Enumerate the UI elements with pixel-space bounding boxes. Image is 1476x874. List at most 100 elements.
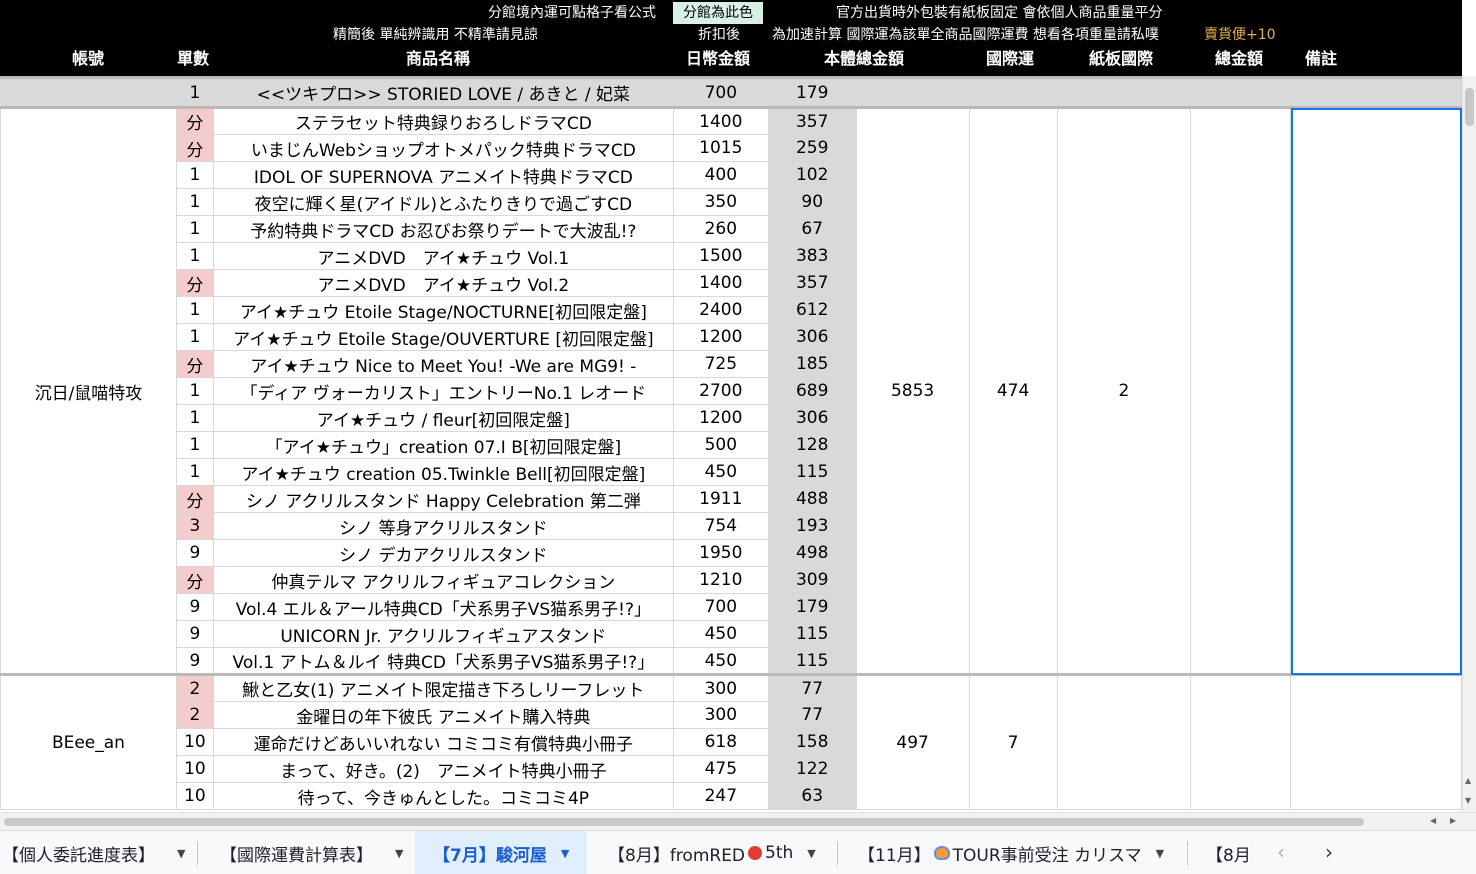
twd-cell[interactable]: 612 xyxy=(767,296,857,324)
item-name-cell[interactable]: アニメDVD アイ★チュウ Vol.1 xyxy=(212,242,674,270)
col-header-jpy[interactable]: 日幣金額 xyxy=(686,48,750,70)
qty-cell[interactable]: 10 xyxy=(175,728,214,756)
chevron-down-icon[interactable]: ▼ xyxy=(807,847,815,860)
qty-cell[interactable]: 1 xyxy=(175,404,214,432)
qty-cell[interactable]: 1 xyxy=(175,76,214,109)
item-name-cell[interactable]: 「ディア ヴォーカリスト」エントリーNo.1 レオード xyxy=(212,377,674,405)
twd-cell[interactable]: 488 xyxy=(767,485,857,513)
twd-cell[interactable]: 77 xyxy=(767,673,857,702)
qty-cell[interactable]: 分 xyxy=(175,106,214,135)
jpy-cell[interactable]: 500 xyxy=(672,431,769,459)
twd-cell[interactable]: 63 xyxy=(767,782,857,810)
twd-cell[interactable]: 77 xyxy=(767,701,857,729)
item-name-cell[interactable]: ステラセット特典録りおろしドラマCD xyxy=(212,106,674,135)
item-name-cell[interactable]: 予約特典ドラマCD お忍びお祭りデートで大波乱!? xyxy=(212,215,674,243)
col-header-qty[interactable]: 單數 xyxy=(177,48,209,70)
item-name-cell[interactable]: 夜空に輝く星(アイドル)とふたりきりで過ごすCD xyxy=(212,188,674,216)
subtotal-cell[interactable]: 5853 xyxy=(855,106,970,675)
jpy-cell[interactable]: 450 xyxy=(672,620,769,648)
qty-cell[interactable]: 1 xyxy=(175,242,214,270)
jpy-cell[interactable]: 1210 xyxy=(672,566,769,594)
tab-july-surugaya[interactable]: 【7月】駿河屋 ▼ xyxy=(415,831,587,874)
qty-cell[interactable]: 3 xyxy=(175,512,214,540)
qty-cell[interactable]: 分 xyxy=(175,350,214,378)
qty-cell[interactable]: 分 xyxy=(175,269,214,297)
item-name-cell[interactable]: いまじんWebショップオトメパック特典ドラマCD xyxy=(212,134,674,162)
jpy-cell[interactable]: 450 xyxy=(672,458,769,486)
item-name-cell[interactable]: アニメDVD アイ★チュウ Vol.2 xyxy=(212,269,674,297)
jpy-cell[interactable]: 1950 xyxy=(672,539,769,567)
col-header-item[interactable]: 商品名稱 xyxy=(406,48,470,70)
jpy-cell[interactable]: 300 xyxy=(672,673,769,702)
qty-cell[interactable]: 9 xyxy=(175,539,214,567)
qty-cell[interactable]: 10 xyxy=(175,755,214,783)
twd-cell[interactable]: 498 xyxy=(767,539,857,567)
vertical-scrollbar[interactable]: ▲ ▼ xyxy=(1462,76,1476,812)
item-name-cell[interactable]: アイ★チュウ Etoile Stage/OUVERTURE [初回限定盤] xyxy=(212,323,674,351)
twd-cell[interactable]: 115 xyxy=(767,620,857,648)
remark-cell[interactable] xyxy=(1290,106,1462,675)
horizontal-scrollbar[interactable]: ◀ ▶ xyxy=(0,812,1476,830)
twd-cell[interactable]: 306 xyxy=(767,323,857,351)
twd-cell[interactable]: 128 xyxy=(767,431,857,459)
twd-cell[interactable]: 193 xyxy=(767,512,857,540)
qty-cell[interactable]: 9 xyxy=(175,593,214,621)
tab-august-more[interactable]: 【8月】 xyxy=(1188,831,1252,874)
jpy-cell[interactable]: 450 xyxy=(672,647,769,675)
scroll-down-icon[interactable]: ▼ xyxy=(1465,796,1471,805)
item-name-cell[interactable]: アイ★チュウ Nice to Meet You! -We are MG9! - xyxy=(212,350,674,378)
jpy-cell[interactable]: 260 xyxy=(672,215,769,243)
twd-cell[interactable]: 309 xyxy=(767,566,857,594)
col-header-intl[interactable]: 國際運 xyxy=(986,48,1034,70)
qty-cell[interactable]: 1 xyxy=(175,188,214,216)
twd-cell[interactable]: 158 xyxy=(767,728,857,756)
qty-cell[interactable]: 1 xyxy=(175,161,214,189)
twd-cell[interactable]: 67 xyxy=(767,215,857,243)
item-name-cell[interactable]: 仲真テルマ アクリルフィギュアコレクション xyxy=(212,566,674,594)
subtotal-cell[interactable]: 497 xyxy=(855,673,970,810)
qty-cell[interactable]: 1 xyxy=(175,215,214,243)
item-name-cell[interactable]: シノ アクリルスタンド Happy Celebration 第二弾 xyxy=(212,485,674,513)
item-name-cell[interactable]: Vol.1 アトム＆ルイ 特典CD「犬系男子VS猫系男子!?」 xyxy=(212,647,674,675)
qty-cell[interactable]: 1 xyxy=(175,377,214,405)
tab-shipping-calc[interactable]: 【國際運費計算表】 ▼ xyxy=(198,831,414,874)
chevron-down-icon[interactable]: ▼ xyxy=(1156,847,1164,860)
cardboard-cell[interactable] xyxy=(1056,76,1192,109)
item-name-cell[interactable]: 運命だけどあいいれない コミコミ有償特典小冊子 xyxy=(212,728,674,756)
cardboard-cell[interactable] xyxy=(1056,673,1192,810)
tab-personal-progress[interactable]: 【個人委託進度表】 ▼ xyxy=(0,831,196,874)
col-header-subtotal[interactable]: 本體總金額 xyxy=(824,48,904,70)
cardboard-cell[interactable]: 2 xyxy=(1056,106,1192,675)
chevron-down-icon[interactable]: ▼ xyxy=(395,847,403,860)
qty-cell[interactable]: 2 xyxy=(175,673,214,702)
total-cell[interactable] xyxy=(1190,106,1292,675)
intl-cell[interactable]: 474 xyxy=(968,106,1058,675)
scroll-up-icon[interactable]: ▲ xyxy=(1465,776,1471,785)
total-cell[interactable] xyxy=(1190,76,1292,109)
jpy-cell[interactable]: 2700 xyxy=(672,377,769,405)
item-name-cell[interactable]: 鰍と乙女(1) アニメイト限定描き下ろしリーフレット xyxy=(212,673,674,702)
twd-cell[interactable]: 185 xyxy=(767,350,857,378)
item-name-cell[interactable]: アイ★チュウ Etoile Stage/NOCTURNE[初回限定盤] xyxy=(212,296,674,324)
twd-cell[interactable]: 115 xyxy=(767,647,857,675)
jpy-cell[interactable]: 475 xyxy=(672,755,769,783)
remark-cell[interactable] xyxy=(1290,673,1462,810)
jpy-cell[interactable]: 1200 xyxy=(672,323,769,351)
jpy-cell[interactable]: 1500 xyxy=(672,242,769,270)
horizontal-scroll-thumb[interactable] xyxy=(4,818,1364,826)
qty-cell[interactable]: 2 xyxy=(175,701,214,729)
item-name-cell[interactable]: Vol.4 エル＆アール特典CD「犬系男子VS猫系男子!?」 xyxy=(212,593,674,621)
col-header-remark[interactable]: 備註 xyxy=(1305,48,1337,70)
qty-cell[interactable]: 分 xyxy=(175,134,214,162)
qty-cell[interactable]: 9 xyxy=(175,647,214,675)
item-name-cell[interactable]: 金曜日の年下彼氏 アニメイト購入特典 xyxy=(212,701,674,729)
intl-cell[interactable]: 7 xyxy=(968,673,1058,810)
jpy-cell[interactable]: 754 xyxy=(672,512,769,540)
scroll-left-icon[interactable]: ◀ xyxy=(1430,816,1436,825)
twd-cell[interactable]: 357 xyxy=(767,106,857,135)
item-name-cell[interactable]: UNICORN Jr. アクリルフィギュアスタンド xyxy=(212,620,674,648)
col-header-account[interactable]: 帳號 xyxy=(72,48,104,70)
remark-cell[interactable] xyxy=(1290,76,1462,109)
jpy-cell[interactable]: 725 xyxy=(672,350,769,378)
twd-cell[interactable]: 357 xyxy=(767,269,857,297)
